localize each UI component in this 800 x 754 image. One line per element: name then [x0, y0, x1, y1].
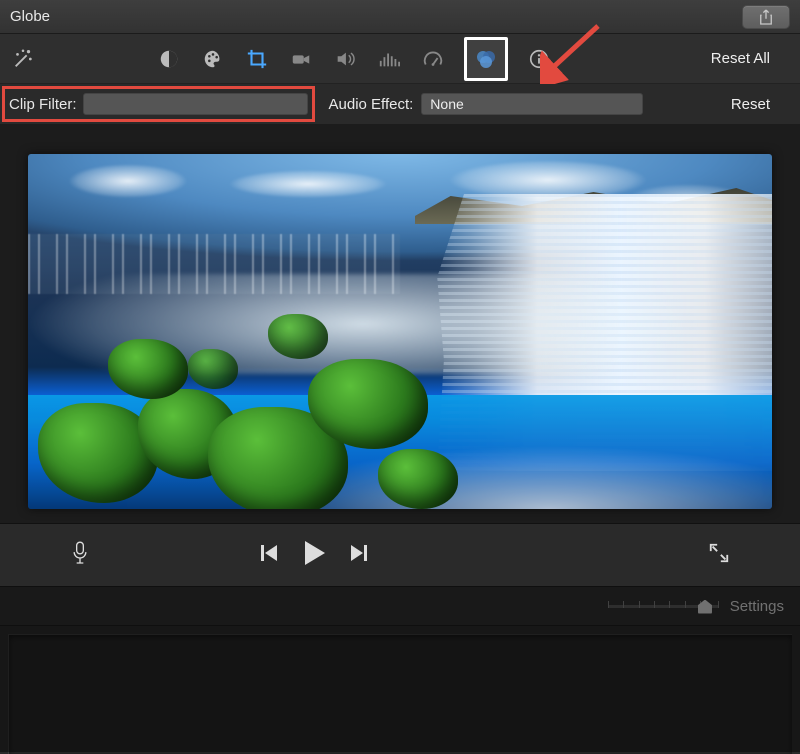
filter-row: Clip Filter: Audio Effect: None Reset — [0, 84, 800, 124]
clip-filter-label: Clip Filter: — [9, 96, 77, 113]
color-balance-tool[interactable] — [156, 46, 182, 72]
fullscreen-button[interactable] — [708, 542, 730, 569]
timeline[interactable] — [8, 634, 792, 754]
skip-forward-icon — [349, 542, 369, 564]
playback-bar — [0, 524, 800, 586]
volume-tool[interactable] — [332, 46, 358, 72]
noise-reduction-tool[interactable] — [376, 46, 402, 72]
crop-tool[interactable] — [244, 46, 270, 72]
color-balance-icon — [158, 48, 180, 70]
next-button[interactable] — [349, 542, 369, 569]
skip-back-icon — [259, 542, 279, 564]
stabilization-tool[interactable] — [288, 46, 314, 72]
equalizer-icon — [378, 48, 400, 70]
microphone-icon — [70, 540, 90, 566]
timeline-settings-row: Settings — [0, 586, 800, 626]
speed-tool[interactable] — [420, 46, 446, 72]
audio-effect-label: Audio Effect: — [329, 96, 414, 113]
crop-icon — [246, 48, 268, 70]
tool-icons-group — [156, 37, 552, 81]
filters-icon — [474, 47, 498, 71]
preview-area — [0, 124, 800, 524]
color-correction-tool[interactable] — [200, 46, 226, 72]
clip-filters-tool[interactable] — [464, 37, 508, 81]
video-preview[interactable] — [28, 154, 772, 509]
info-tool[interactable] — [526, 46, 552, 72]
expand-icon — [708, 542, 730, 564]
play-icon — [301, 539, 327, 567]
magic-wand-icon — [12, 48, 34, 70]
share-button[interactable] — [742, 5, 790, 29]
reset-all-button[interactable]: Reset All — [711, 50, 770, 67]
info-icon — [528, 48, 550, 70]
reset-button[interactable]: Reset — [731, 96, 770, 113]
window-title: Globe — [10, 8, 50, 25]
share-icon — [759, 9, 773, 25]
transport-controls — [259, 539, 369, 572]
magic-wand-button[interactable] — [10, 46, 36, 72]
speedometer-icon — [422, 48, 444, 70]
play-button[interactable] — [301, 539, 327, 572]
clip-filter-group: Clip Filter: — [2, 86, 315, 122]
adjustments-toolbar: Reset All — [0, 34, 800, 84]
settings-button[interactable]: Settings — [730, 598, 784, 615]
speaker-icon — [334, 48, 356, 70]
previous-button[interactable] — [259, 542, 279, 569]
audio-effect-dropdown[interactable]: None — [421, 93, 643, 115]
audio-effect-group: Audio Effect: None — [329, 93, 644, 115]
palette-icon — [202, 48, 224, 70]
video-camera-icon — [290, 48, 312, 70]
clip-filter-dropdown[interactable] — [83, 93, 308, 115]
voiceover-button[interactable] — [70, 540, 90, 571]
title-bar: Globe — [0, 0, 800, 34]
zoom-slider[interactable] — [608, 597, 718, 615]
